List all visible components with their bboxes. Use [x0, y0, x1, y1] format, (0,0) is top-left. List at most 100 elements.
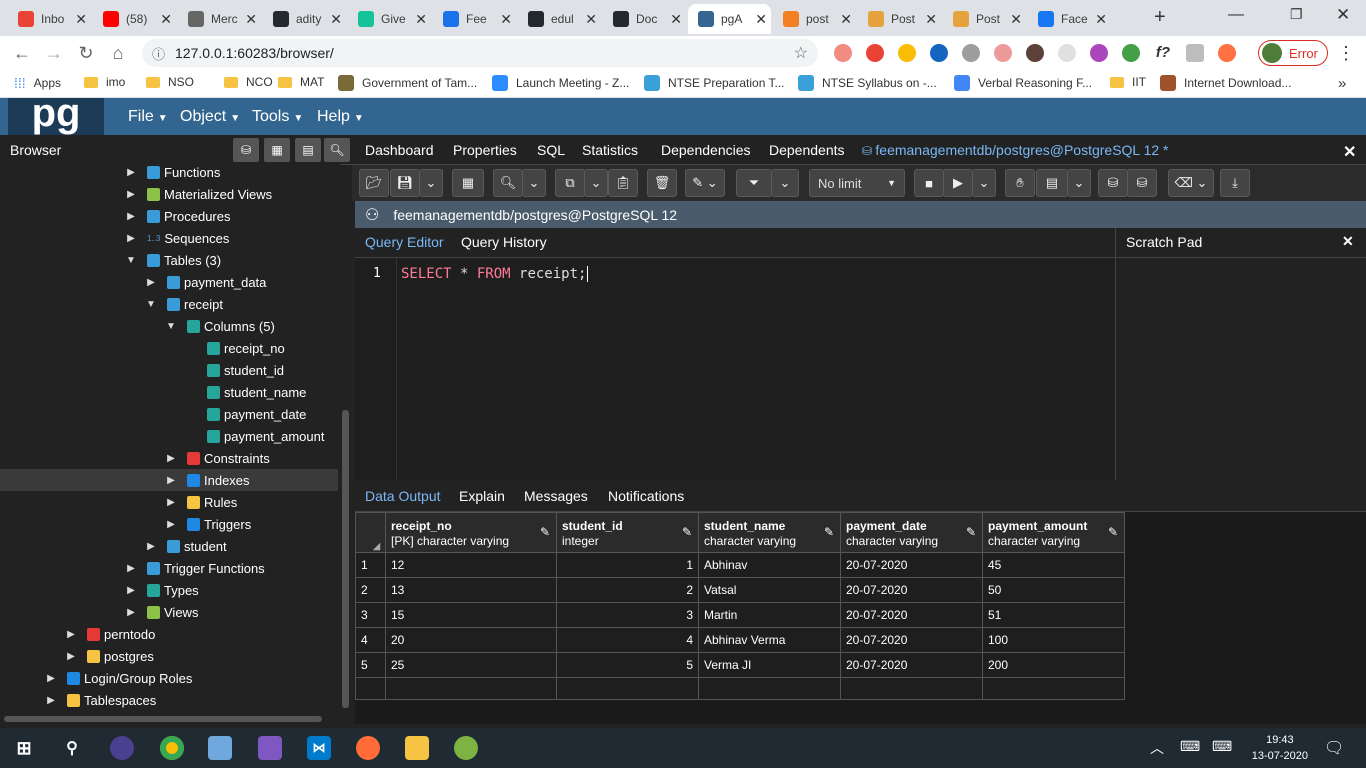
bookmark-item[interactable]: ⁞⁞⁞ Apps — [14, 75, 61, 91]
menu-tools[interactable]: Tools ▼ — [252, 108, 303, 126]
chevron-icon[interactable]: ▼ — [146, 299, 156, 310]
table-row[interactable]: 4 20 4 Abhinav Verma 20-07-2020 100 — [355, 627, 1125, 653]
table-cell[interactable]: Martin — [698, 602, 841, 628]
table-cell[interactable]: 20-07-2020 — [840, 577, 983, 603]
new-tab-button[interactable]: + — [1154, 6, 1166, 29]
close-tab-icon[interactable]: ✕ — [245, 11, 257, 28]
tab-dependents[interactable]: Dependents — [769, 142, 845, 158]
bookmark-item[interactable]: imo — [84, 75, 125, 89]
find-icon[interactable]: 🔍︎ — [493, 169, 523, 197]
table-cell[interactable]: 51 — [982, 602, 1125, 628]
delete-icon[interactable]: 🗑︎ — [647, 169, 677, 197]
table-cell[interactable]: 20-07-2020 — [840, 552, 983, 578]
browser-tab[interactable]: adity ✕ — [263, 4, 346, 34]
menu-file[interactable]: File ▼ — [128, 108, 168, 126]
home-icon[interactable]: ⌂ — [106, 41, 130, 65]
bookmark-item[interactable]: NCO — [224, 75, 273, 89]
chevron-icon[interactable]: ▶ — [126, 189, 136, 200]
menu-object[interactable]: Object ▼ — [180, 108, 240, 126]
tab-query-history[interactable]: Query History — [461, 234, 547, 250]
chevron-icon[interactable]: ▶ — [46, 695, 56, 706]
tab-query-tool[interactable]: ⛁ feemanagementdb/postgres@PostgreSQL 12… — [862, 142, 1168, 158]
notepad-icon[interactable] — [208, 736, 232, 760]
tree-node[interactable]: ▶ Functions — [126, 163, 220, 183]
url-bar[interactable]: ⓘ 127.0.0.1:60283/browser/ ☆ — [142, 39, 818, 67]
chevron-icon[interactable]: ▶ — [66, 651, 76, 662]
table-cell[interactable]: 2 — [556, 577, 699, 603]
tree-node[interactable]: receipt_no — [186, 337, 285, 359]
chevron-icon[interactable]: ▼ — [126, 255, 136, 266]
extension-icon[interactable] — [962, 44, 980, 62]
back-icon[interactable]: ← — [10, 41, 34, 65]
minimize-icon[interactable]: — — [1228, 6, 1244, 24]
extension-icon[interactable] — [1090, 44, 1108, 62]
execute-icon[interactable]: ▶ — [943, 169, 973, 197]
browser-tab[interactable]: pgA ✕ — [688, 4, 771, 34]
chevron-icon[interactable]: ▶ — [126, 233, 136, 244]
browser-tab[interactable]: Merc ✕ — [178, 4, 261, 34]
table-cell[interactable]: 3 — [556, 602, 699, 628]
row-limit-select[interactable]: No limit ▼ — [809, 169, 905, 197]
chevron-icon[interactable]: ▶ — [66, 629, 76, 640]
stop-icon[interactable]: ■ — [914, 169, 944, 197]
close-window-icon[interactable]: ✕ — [1336, 5, 1350, 25]
execute-dropdown-icon[interactable]: ⌄ — [972, 169, 996, 197]
table-cell[interactable]: 12 — [385, 552, 557, 578]
tree-node[interactable]: ▼ Columns (5) — [166, 315, 275, 337]
table-cell[interactable]: 20-07-2020 — [840, 627, 983, 653]
commit-icon[interactable]: ⛁ — [1098, 169, 1128, 197]
tree-node[interactable]: ▶ Procedures — [126, 205, 230, 227]
paint-icon[interactable] — [454, 736, 478, 760]
table-cell[interactable]: 20-07-2020 — [840, 652, 983, 678]
tab-data-output[interactable]: Data Output — [365, 488, 441, 504]
table-cell[interactable] — [698, 677, 841, 700]
chevron-icon[interactable]: ▶ — [166, 519, 176, 530]
tree-node[interactable]: ▼ Tables (3) — [126, 249, 221, 271]
connection-bar[interactable]: ⚇ feemanagementdb/postgres@PostgreSQL 12 — [355, 201, 1366, 228]
tree-node[interactable]: ▼ receipt — [146, 293, 223, 315]
table-cell[interactable]: 5 — [556, 652, 699, 678]
browser-tab[interactable]: Inbo ✕ — [8, 4, 91, 34]
table-cell[interactable]: 1 — [556, 552, 699, 578]
table-cell[interactable]: 50 — [982, 577, 1125, 603]
explain-analyze-icon[interactable]: ▤ — [1036, 169, 1068, 197]
close-tab-icon[interactable]: ✕ — [585, 11, 597, 28]
chevron-icon[interactable]: ▶ — [166, 475, 176, 486]
query-tool-icon[interactable]: ⛁ — [233, 138, 259, 162]
bookmark-item[interactable]: IIT — [1110, 75, 1146, 89]
copy-icon[interactable]: ⧉ — [555, 169, 585, 197]
bookmark-item[interactable]: MAT — [278, 75, 324, 89]
column-header[interactable]: receipt_no [PK] character varying ✎ — [385, 512, 557, 553]
extension-icon[interactable] — [994, 44, 1012, 62]
view-data-icon[interactable]: ▦ — [264, 138, 290, 162]
close-tab-icon[interactable]: ✕ — [840, 11, 852, 28]
chevron-icon[interactable]: ▶ — [46, 673, 56, 684]
select-all-corner[interactable]: ◢ — [355, 512, 386, 553]
tab-query-editor[interactable]: Query Editor — [365, 234, 444, 250]
tab-notifications[interactable]: Notifications — [608, 488, 684, 504]
edit-column-icon[interactable]: ✎ — [966, 525, 976, 539]
browser-tab[interactable]: post ✕ — [773, 4, 856, 34]
close-tab-icon[interactable]: ✕ — [160, 11, 172, 28]
table-cell[interactable]: 200 — [982, 652, 1125, 678]
table-cell[interactable]: 4 — [556, 627, 699, 653]
keyboard-icon[interactable]: ⌨ — [1212, 738, 1232, 755]
chevron-icon[interactable]: ▶ — [166, 453, 176, 464]
column-header[interactable]: student_id integer ✎ — [556, 512, 699, 553]
table-cell[interactable] — [385, 677, 557, 700]
edit-icon[interactable]: ✎ ⌄ — [685, 169, 725, 197]
close-tab-icon[interactable]: ✕ — [415, 11, 427, 28]
scratch-pad-panel[interactable]: Scratch Pad ✕ — [1115, 228, 1366, 480]
bookmark-item[interactable]: Internet Download... — [1160, 75, 1291, 91]
chevron-icon[interactable]: ▶ — [166, 497, 176, 508]
extension-icon[interactable] — [1122, 44, 1140, 62]
download-icon[interactable]: ⤓ — [1220, 169, 1250, 197]
edit-column-icon[interactable]: ✎ — [682, 525, 692, 539]
tree-node[interactable]: ▶ Indexes — [0, 469, 338, 491]
menu-help[interactable]: Help ▼ — [317, 108, 364, 126]
tree-node[interactable]: ▶ perntodo — [66, 623, 155, 645]
close-tab-icon[interactable]: ✕ — [500, 11, 512, 28]
filter-dropdown-icon[interactable]: ⌄ — [771, 169, 799, 197]
search-icon[interactable]: 🔍︎ — [324, 138, 350, 162]
tree-node[interactable]: ▶ Views — [126, 601, 198, 623]
